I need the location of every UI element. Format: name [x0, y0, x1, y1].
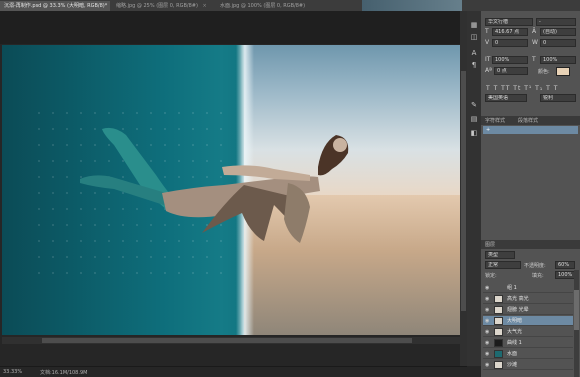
visibility-icon[interactable]: ◉ — [485, 351, 492, 357]
history-icon[interactable]: ▦ — [469, 21, 479, 30]
paragraph-icon[interactable]: ¶ — [469, 61, 479, 70]
visibility-icon[interactable]: ◉ — [485, 340, 492, 346]
document-tab-active[interactable]: 沉溺-再制作.psd @ 33.3% (大明暗, RGB/8)* × — [0, 1, 110, 11]
visibility-icon[interactable]: ◉ — [485, 362, 492, 368]
styles-icon[interactable]: ◧ — [469, 129, 479, 138]
layer-thumbnail — [494, 339, 503, 347]
brush-icon[interactable]: ✎ — [469, 101, 479, 110]
typography-buttons[interactable]: T T TT Tt T¹ T₁ T T — [486, 85, 576, 93]
tab-label: 缩略.jpg @ 25% (图层 0, RGB/8#) — [116, 3, 198, 9]
document-size: 文档:16.1M/108.9M — [40, 370, 88, 376]
layer-row[interactable]: ◉ 高光 高光 — [483, 294, 573, 304]
font-size-icon: T — [485, 28, 489, 35]
layers-tab-bar: 图层 — [481, 240, 580, 249]
visibility-icon[interactable]: ◉ — [485, 307, 492, 313]
layers-scroll-thumb[interactable] — [574, 290, 579, 330]
visibility-icon[interactable]: ◉ — [485, 285, 492, 291]
layer-row[interactable]: ◉ 沙滩 — [483, 360, 573, 370]
close-icon[interactable]: × — [203, 1, 207, 11]
layer-row[interactable]: ◉ 组 1 — [483, 283, 573, 293]
zoom-level[interactable]: 33.33% — [3, 369, 22, 375]
visibility-icon[interactable]: ◉ — [485, 329, 492, 335]
tab-layers[interactable]: 图层 — [482, 241, 498, 249]
tracking-icon: W — [532, 39, 538, 46]
leading-field[interactable]: (自动) — [540, 28, 576, 36]
tab-para-styles[interactable]: 段落样式 — [515, 117, 541, 125]
canvas-background-strip — [0, 11, 466, 44]
document-canvas[interactable] — [2, 45, 460, 335]
styles-panel — [481, 116, 580, 240]
layer-row[interactable]: ◉ 水面 — [483, 349, 573, 359]
layer-thumbnail — [494, 328, 503, 336]
antialias-select[interactable]: 锐利 — [540, 94, 576, 102]
color-label: 颜色: — [538, 69, 550, 75]
document-tab[interactable]: 水面.jpg @ 100% (图层 0, RGB/8#) × — [216, 1, 308, 11]
layer-thumbnail — [494, 317, 503, 325]
character-icon[interactable]: A — [469, 49, 479, 58]
tab-label: 水面.jpg @ 100% (图层 0, RGB/8#) — [220, 3, 306, 9]
tab-char-styles[interactable]: 字符样式 — [482, 117, 508, 125]
tracking-field[interactable]: 0 — [540, 39, 576, 47]
properties-icon[interactable]: ◫ — [469, 33, 479, 42]
layer-row[interactable]: ◉ 曲线 1 — [483, 338, 573, 348]
swatches-icon[interactable]: ▤ — [469, 115, 479, 124]
panel-icon-bar: ▦ ◫ A ¶ ✎ ▤ ◧ — [467, 11, 481, 366]
horizontal-scrollbar[interactable] — [2, 337, 460, 344]
text-color-swatch[interactable] — [556, 67, 570, 76]
document-tab-bar: 沉溺-再制作.psd @ 33.3% (大明暗, RGB/8)* × 缩略.jp… — [0, 0, 580, 11]
layer-row[interactable]: ◉ 翅膀 光晕 — [483, 305, 573, 315]
style-list-item[interactable]: + — [483, 126, 578, 134]
layer-thumbnail — [494, 295, 503, 303]
canvas-swimmer-figure — [80, 127, 349, 243]
visibility-icon[interactable]: ◉ — [485, 296, 492, 302]
vertical-scroll-thumb[interactable] — [461, 71, 466, 311]
layer-filter-select[interactable]: 类型 — [485, 251, 515, 259]
blend-mode-select[interactable]: 正常 — [485, 261, 521, 269]
baseline-icon: Aª — [485, 67, 492, 74]
horizontal-scale-field[interactable]: 100% — [540, 56, 576, 64]
kerning-field[interactable]: 0 — [492, 39, 528, 47]
horizontal-scale-icon: T — [532, 56, 536, 63]
opacity-field[interactable]: 60% — [555, 261, 575, 269]
layer-thumbnail — [494, 361, 503, 369]
document-tab[interactable]: 缩略.jpg @ 25% (图层 0, RGB/8#) × — [112, 1, 214, 11]
vertical-scrollbar[interactable] — [460, 11, 467, 366]
status-bar: 33.33% 文档:16.1M/108.9M — [0, 366, 467, 377]
kerning-icon: V — [485, 39, 490, 46]
opacity-label: 不透明度: — [524, 263, 546, 269]
horizontal-scroll-thumb[interactable] — [42, 338, 412, 343]
baseline-field[interactable]: 0 点 — [494, 67, 528, 75]
layer-row[interactable]: ◉ 大气光 — [483, 327, 573, 337]
font-family-select[interactable]: 华文行楷 — [485, 18, 533, 26]
leading-icon: Ā — [532, 28, 537, 35]
vertical-scale-icon: IT — [485, 56, 491, 63]
font-size-field[interactable]: 416.67 点 — [492, 28, 528, 36]
lock-label: 锁定: — [485, 273, 497, 279]
fill-field[interactable]: 100% — [555, 271, 575, 279]
layer-row-selected[interactable]: ◉ 大明暗 — [483, 316, 573, 326]
vertical-scale-field[interactable]: 100% — [492, 56, 528, 64]
font-style-select[interactable]: - — [536, 18, 576, 26]
styles-tab-bar: 字符样式 段落样式 — [481, 116, 580, 125]
language-select[interactable]: 美国英语 — [485, 94, 527, 102]
layers-scrollbar[interactable] — [574, 270, 579, 377]
visibility-icon[interactable]: ◉ — [485, 318, 492, 324]
layer-thumbnail — [494, 350, 503, 358]
layer-thumbnail — [494, 306, 503, 314]
fill-label: 填充: — [532, 273, 544, 279]
tab-label: 沉溺-再制作.psd @ 33.3% (大明暗, RGB/8)* — [4, 3, 108, 9]
